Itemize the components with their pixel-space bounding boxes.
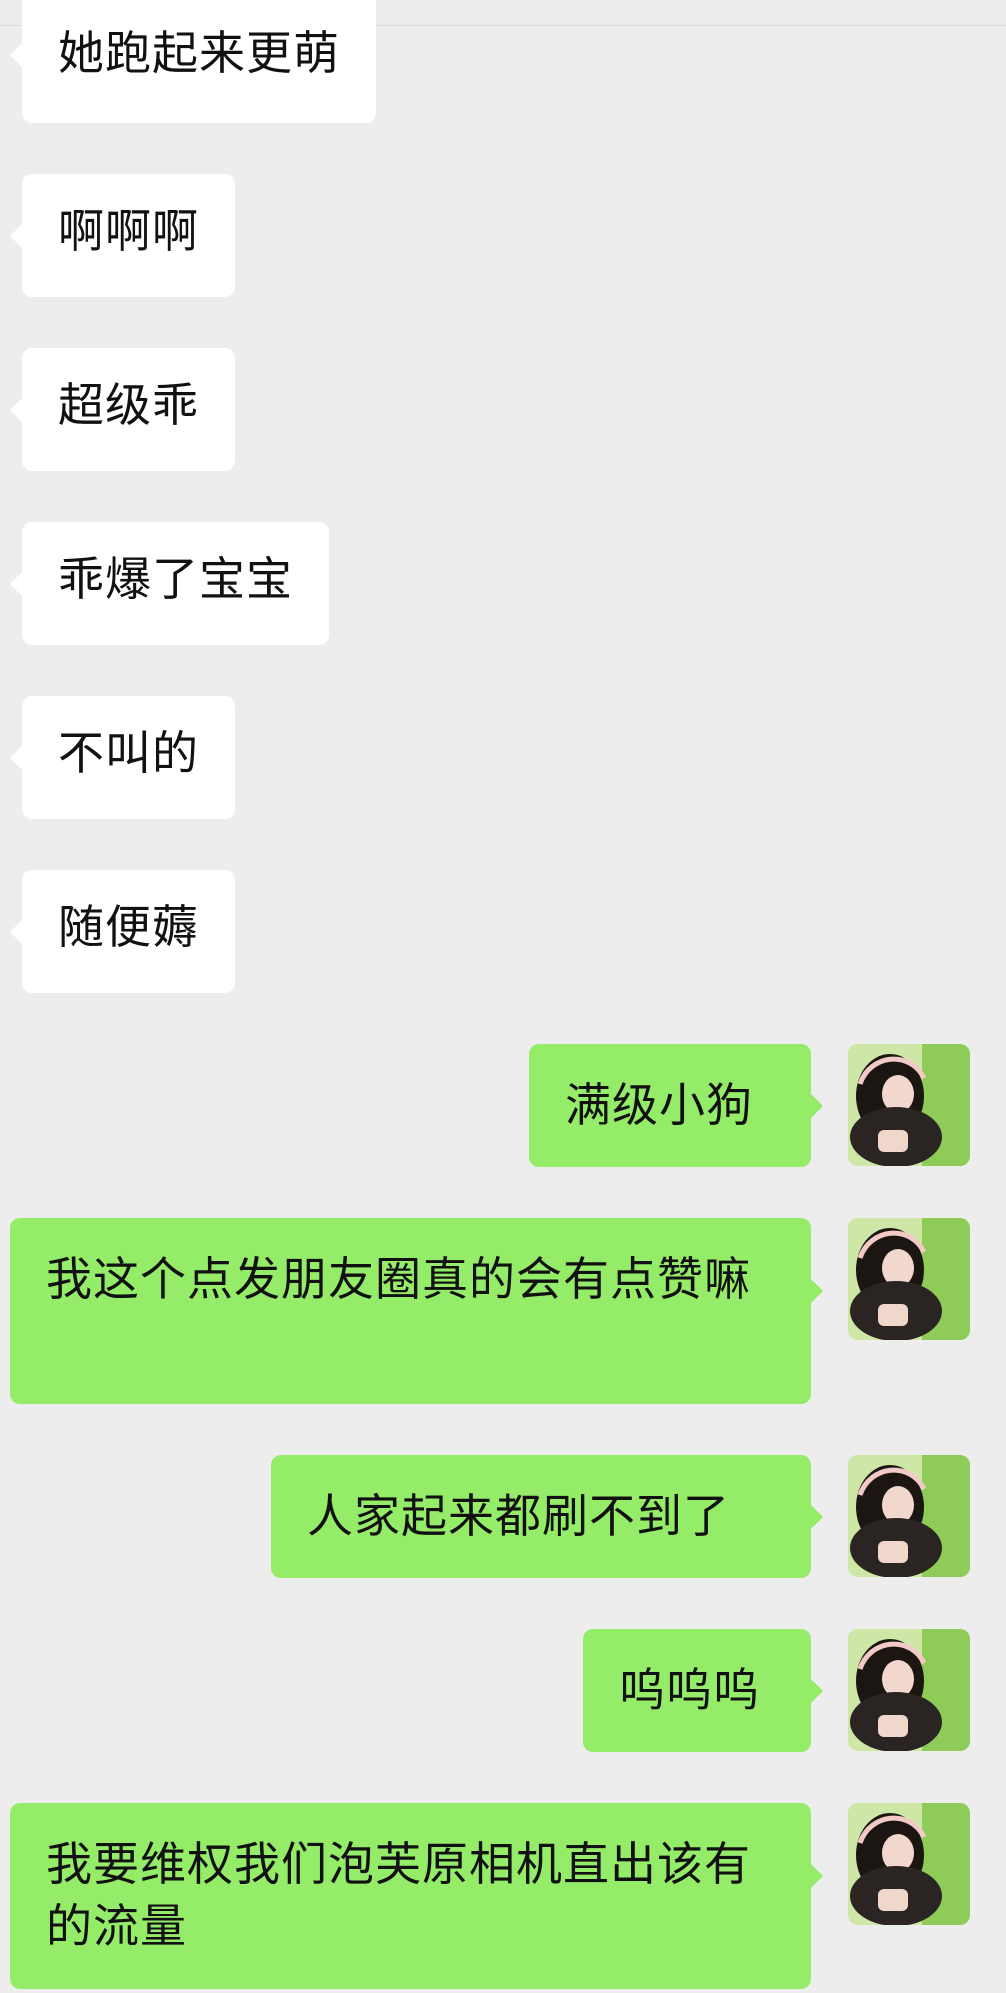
avatar-illustration xyxy=(848,1218,970,1340)
incoming-message-bubble[interactable]: 她跑起来更萌 xyxy=(10,0,376,123)
outgoing-message-bubble[interactable]: 我要维权我们泡芙原相机直出该有的流量 xyxy=(10,1803,823,1989)
message-text: 随便薅 xyxy=(58,900,199,954)
bubble-tail xyxy=(811,1678,823,1703)
bubble-tail xyxy=(10,223,22,248)
user-avatar-icon[interactable] xyxy=(848,1803,970,1925)
bubble-tail xyxy=(10,745,22,770)
bubble-tail xyxy=(811,1279,823,1303)
incoming-message-bubble[interactable]: 超级乖 xyxy=(10,348,235,471)
bubble-tail xyxy=(10,571,22,596)
incoming-message-bubble[interactable]: 不叫的 xyxy=(10,696,235,819)
message-text: 乖爆了宝宝 xyxy=(58,552,293,606)
bubble-tail xyxy=(10,42,22,67)
user-avatar-icon[interactable] xyxy=(848,1455,970,1577)
bubble-tail xyxy=(10,397,22,422)
incoming-message-bubble[interactable]: 啊啊啊 xyxy=(10,174,235,297)
message-text: 啊啊啊 xyxy=(58,204,199,258)
avatar-illustration xyxy=(848,1455,970,1577)
user-avatar-icon[interactable] xyxy=(848,1044,970,1166)
message-text: 呜呜呜 xyxy=(619,1663,760,1717)
message-text: 超级乖 xyxy=(58,378,199,432)
avatar-illustration xyxy=(848,1803,970,1925)
bubble-tail xyxy=(811,1504,823,1529)
message-text: 不叫的 xyxy=(58,726,199,780)
user-avatar-icon[interactable] xyxy=(848,1218,970,1340)
message-text: 满级小狗 xyxy=(565,1078,753,1132)
message-text: 我这个点发朋友圈真的会有点赞嘛 xyxy=(46,1252,751,1306)
user-avatar-icon[interactable] xyxy=(848,1629,970,1751)
bubble-tail xyxy=(10,919,22,944)
avatar-illustration xyxy=(848,1629,970,1751)
bubble-tail xyxy=(811,1093,823,1118)
incoming-message-bubble[interactable]: 乖爆了宝宝 xyxy=(10,522,329,645)
incoming-message-bubble[interactable]: 随便薅 xyxy=(10,870,235,993)
message-text: 她跑起来更萌 xyxy=(58,26,340,80)
bubble-tail xyxy=(811,1864,823,1888)
message-text: 我要维权我们泡芙原相机直出该有的流量 xyxy=(46,1837,751,1953)
message-text: 人家起来都刷不到了 xyxy=(307,1489,730,1543)
outgoing-message-bubble[interactable]: 我这个点发朋友圈真的会有点赞嘛 xyxy=(10,1218,823,1404)
outgoing-message-bubble[interactable]: 人家起来都刷不到了 xyxy=(271,1455,823,1578)
outgoing-message-bubble[interactable]: 满级小狗 xyxy=(529,1044,823,1167)
chat-message-list[interactable]: 她跑起来更萌 啊啊啊 超级乖 乖爆了宝宝 不叫的 随便薅 满级小狗 我这个点发朋… xyxy=(0,0,1006,1993)
outgoing-message-bubble[interactable]: 呜呜呜 xyxy=(583,1629,823,1752)
avatar-illustration xyxy=(848,1044,970,1166)
